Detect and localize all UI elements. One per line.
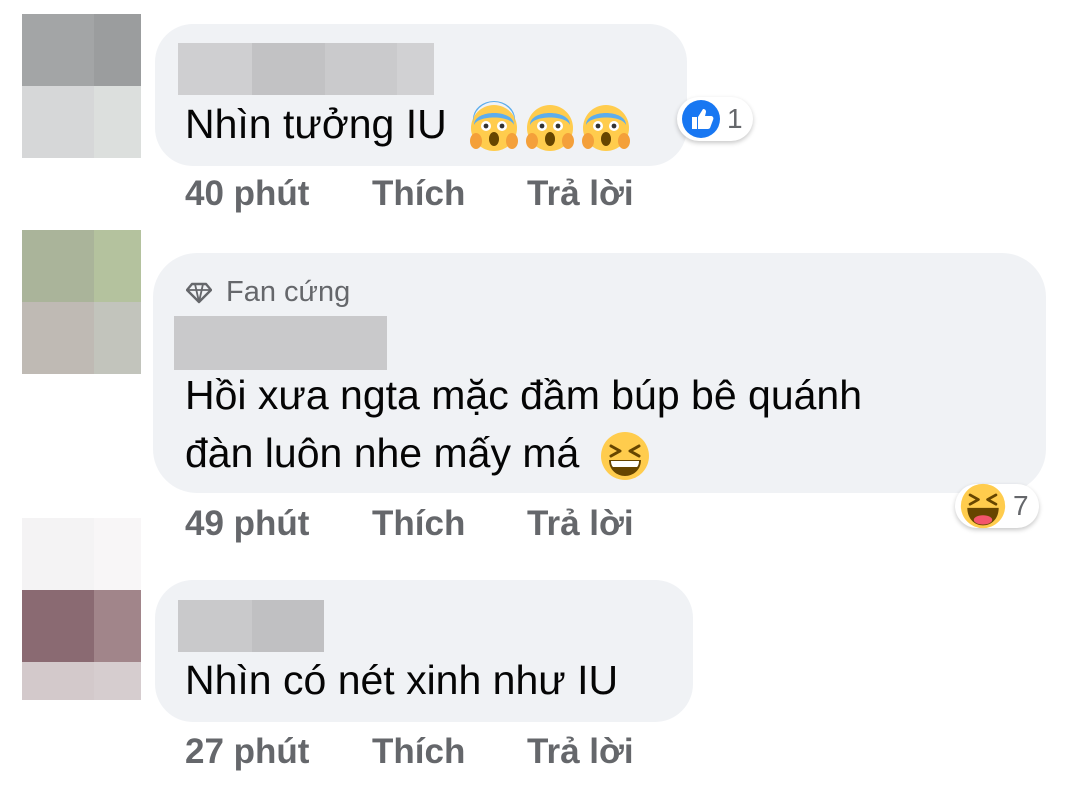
avatar[interactable] (22, 230, 141, 374)
reaction-count: 1 (727, 103, 743, 134)
screaming-face-icon (470, 101, 519, 152)
screaming-face-icon (526, 105, 575, 152)
comment-text-line: đàn luôn nhe mấy má (185, 424, 862, 482)
reply-button[interactable]: Trả lời (527, 732, 634, 772)
comment-timestamp[interactable]: 49 phút (185, 504, 309, 544)
diamond-icon (186, 282, 212, 303)
comment-text: Nhìn có nét xinh như IU (185, 657, 619, 703)
haha-icon (960, 483, 1006, 529)
badge-label: Fan cứng (226, 276, 351, 308)
screaming-face-icon (582, 105, 631, 152)
reaction-count: 7 (1013, 490, 1029, 521)
reply-button[interactable]: Trả lời (527, 504, 634, 544)
like-button[interactable]: Thích (372, 174, 465, 214)
like-button[interactable]: Thích (372, 732, 465, 772)
author-name-blurred[interactable] (178, 43, 434, 95)
comment-timestamp[interactable]: 27 phút (185, 732, 309, 772)
comment-text: Hồi xưa ngta mặc đầm búp bê quánh đàn lu… (185, 366, 862, 482)
fan-badge[interactable]: Fan cứng (186, 276, 350, 309)
comment-text-line: Hồi xưa ngta mặc đầm búp bê quánh (185, 372, 863, 418)
like-icon (682, 100, 720, 138)
comment-text: Nhìn tưởng IU (185, 96, 632, 153)
reaction-summary[interactable]: 1 (677, 97, 753, 141)
reaction-summary[interactable]: 7 (955, 483, 1039, 529)
comment-timestamp[interactable]: 40 phút (185, 174, 309, 214)
avatar[interactable] (22, 518, 141, 700)
reply-button[interactable]: Trả lời (527, 174, 634, 214)
author-name-blurred[interactable] (178, 600, 324, 652)
avatar[interactable] (22, 14, 141, 158)
author-name-blurred[interactable] (174, 316, 387, 370)
like-button[interactable]: Thích (372, 504, 465, 544)
grinning-squinting-face-icon (600, 432, 649, 481)
